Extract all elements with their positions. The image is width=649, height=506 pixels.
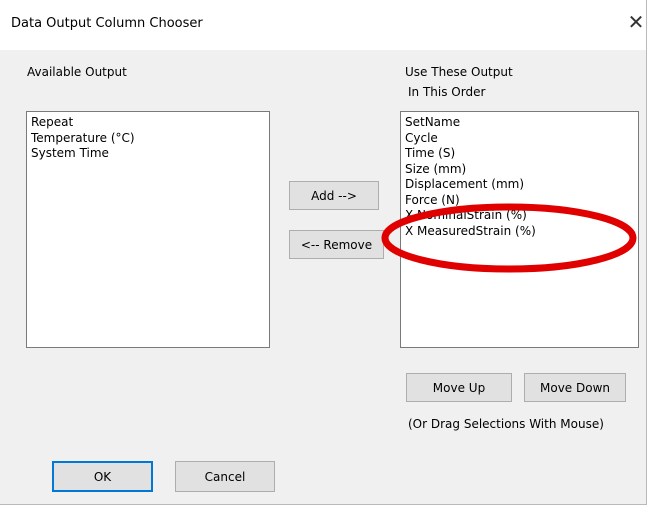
list-item[interactable]: Repeat [31,115,265,131]
list-item[interactable]: Force (N) [405,193,634,209]
remove-button[interactable]: <-- Remove [289,230,384,259]
available-output-heading: Available Output [27,65,127,79]
list-item[interactable]: Temperature (°C) [31,131,265,147]
use-output-heading-line2: In This Order [408,85,486,99]
list-item[interactable]: Size (mm) [405,162,634,178]
add-button[interactable]: Add --> [289,181,379,210]
window-title: Data Output Column Chooser [11,16,203,31]
list-item[interactable]: Time (S) [405,146,634,162]
dialog-window: Data Output Column Chooser ✕ Available O… [0,0,647,505]
use-output-heading-line1: Use These Output [405,65,513,79]
close-icon[interactable]: ✕ [626,12,646,32]
move-up-button[interactable]: Move Up [406,373,512,402]
list-item[interactable]: X MeasuredStrain (%) [405,224,634,240]
list-item[interactable]: Cycle [405,131,634,147]
cancel-button[interactable]: Cancel [175,461,275,492]
drag-hint-text: (Or Drag Selections With Mouse) [408,417,604,431]
selected-output-list[interactable]: SetName Cycle Time (S) Size (mm) Displac… [400,111,639,348]
ok-button[interactable]: OK [52,461,153,492]
list-item[interactable]: X NominalStrain (%) [405,208,634,224]
list-item[interactable]: System Time [31,146,265,162]
list-item[interactable]: SetName [405,115,634,131]
move-down-button[interactable]: Move Down [524,373,626,402]
list-item[interactable]: Displacement (mm) [405,177,634,193]
title-bar: Data Output Column Chooser ✕ [0,0,646,50]
available-output-list[interactable]: Repeat Temperature (°C) System Time [26,111,270,348]
